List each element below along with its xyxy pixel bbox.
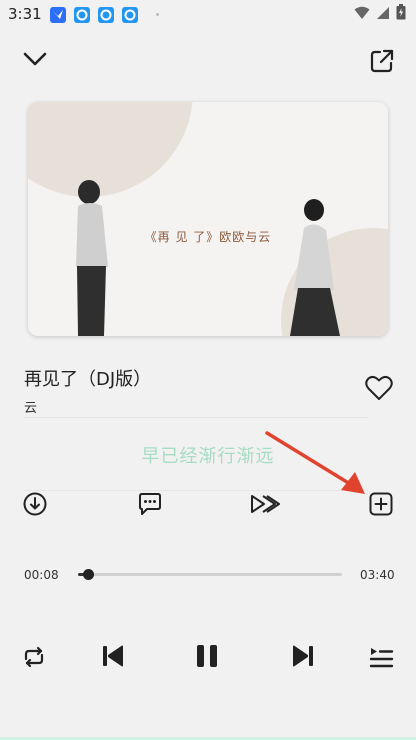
song-title: 再见了（DJ版） (24, 369, 152, 390)
comment-icon (137, 492, 163, 520)
qq-icon (122, 7, 138, 23)
repeat-button[interactable] (18, 643, 50, 675)
total-time: 03:40 (360, 568, 395, 582)
pause-icon (195, 644, 219, 672)
elapsed-time: 00:08 (24, 568, 59, 582)
previous-icon (101, 644, 125, 672)
heart-icon (365, 375, 393, 405)
progress-bar[interactable] (78, 569, 342, 580)
playlist-icon (368, 645, 394, 673)
share-button[interactable] (365, 46, 399, 80)
like-button[interactable] (362, 374, 396, 406)
wifi-icon (354, 5, 370, 24)
status-right (354, 4, 406, 24)
collapse-button[interactable] (18, 46, 52, 76)
next-button[interactable] (286, 641, 320, 675)
feishu-icon (50, 7, 66, 23)
song-artist[interactable]: 云 (24, 397, 37, 416)
chevron-down-icon (23, 51, 47, 71)
signal-icon (376, 5, 390, 24)
download-icon (23, 492, 47, 520)
battery-icon (396, 4, 406, 24)
pause-button[interactable] (190, 641, 224, 675)
qq-icon (74, 7, 90, 23)
progress-thumb[interactable] (82, 569, 94, 580)
album-cover[interactable]: 《再 见 了》欧欧与云 (28, 102, 388, 336)
previous-button[interactable] (96, 641, 130, 675)
comment-button[interactable] (133, 490, 167, 522)
status-time: 3:31 (8, 5, 42, 23)
lyric-divider-top (24, 417, 368, 418)
share-icon (369, 48, 395, 78)
notification-dot (156, 13, 159, 16)
download-button[interactable] (19, 490, 51, 522)
album-cover-art (28, 102, 388, 336)
repeat-icon (21, 645, 47, 673)
cover-caption: 《再 见 了》欧欧与云 (144, 230, 272, 244)
next-icon (291, 644, 315, 672)
qq-icon (98, 7, 114, 23)
playlist-button[interactable] (364, 643, 398, 675)
status-bar: 3:31 (0, 0, 416, 28)
annotation-arrow (265, 431, 365, 494)
